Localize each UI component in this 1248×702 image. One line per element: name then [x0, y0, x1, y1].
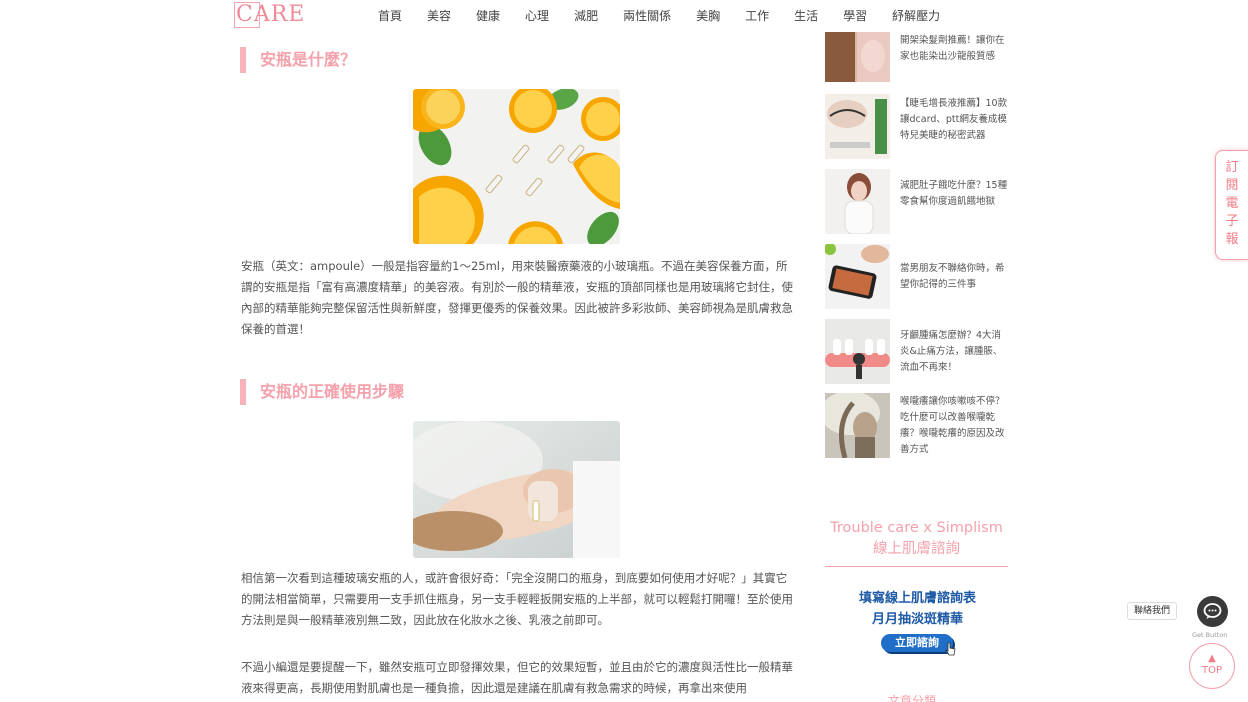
- thumbnail-lash-serum: [825, 94, 890, 159]
- promo-title-subtitle: 線上肌膚諮詢: [873, 541, 960, 557]
- promo-title: Trouble care x Simplism 線上肌膚諮詢: [825, 518, 1008, 560]
- top-navigation: CARE 首頁 美容 健康 心理 減肥 兩性關係 美胸 工作 生活 學習 紓解壓…: [0, 0, 1248, 32]
- thumbnail-hair-dye: [825, 31, 890, 82]
- top-label: TOP: [1201, 665, 1222, 676]
- pointer-cursor-icon: [945, 642, 956, 656]
- thumbnail-gum-pain: [825, 319, 890, 384]
- sidebar-article-boyfriend[interactable]: 當男朋友不聯絡你時，希望你記得的三件事: [825, 244, 1010, 310]
- menu-item-diet[interactable]: 減肥: [574, 7, 598, 24]
- sidebar-article-title: 減肥肚子餓吃什麼？15種零食幫你度過飢餓地獄: [900, 180, 1008, 207]
- subscribe-char: 子: [1225, 214, 1239, 229]
- sidebar-article-lash-serum[interactable]: 【睫毛增長液推薦】10款讓dcard、ptt網友養成模特兒美睫的秘密武器: [825, 94, 1010, 160]
- paragraph-reminder: 不過小編還是要提醒一下，雖然安瓶可立即發揮效果，但它的效果短暫，並且由於它的濃度…: [241, 660, 793, 695]
- menu-item-breast[interactable]: 美胸: [696, 7, 720, 24]
- facial-treatment-image: [413, 421, 620, 558]
- subscribe-char: 電: [1225, 196, 1239, 211]
- menu-item-home[interactable]: 首頁: [378, 7, 402, 24]
- menu-item-learning[interactable]: 學習: [843, 7, 867, 24]
- arrow-up-icon: ▲: [1208, 653, 1216, 664]
- menu-item-life[interactable]: 生活: [794, 7, 818, 24]
- menu-item-work[interactable]: 工作: [745, 7, 769, 24]
- promo-banner[interactable]: 填寫線上肌膚諮詢表 月月抽淡斑精華: [845, 588, 990, 630]
- menu-item-health[interactable]: 健康: [476, 7, 500, 24]
- thumbnail-boyfriend: [825, 244, 890, 309]
- menu-item-beauty[interactable]: 美容: [427, 7, 451, 24]
- category-heading: 文章分類: [888, 694, 937, 702]
- menu-item-relationships[interactable]: 兩性關係: [623, 7, 671, 24]
- consult-now-button[interactable]: 立即諮詢: [881, 634, 953, 652]
- promo-banner-line1: 填寫線上肌膚諮詢表: [858, 591, 976, 606]
- menu-item-stress[interactable]: 紓解壓力: [892, 7, 940, 24]
- logo-text: CARE: [236, 2, 306, 27]
- subscribe-char: 報: [1225, 232, 1239, 247]
- sidebar-article-title: 【睫毛增長液推薦】10款讓dcard、ptt網友養成模特兒美睫的秘密武器: [900, 98, 1008, 141]
- promo-title-brand: Trouble care x Simplism: [830, 520, 1003, 536]
- subscribe-newsletter-tab[interactable]: 訂 閱 電 子 報: [1215, 150, 1248, 260]
- sidebar-article-gum-pain[interactable]: 牙齦腫痛怎麼辦？4大消炎&止痛方法，讓腫脹、流血不再來！: [825, 319, 1010, 385]
- sidebar-article-title: 牙齦腫痛怎麼辦？4大消炎&止痛方法，讓腫脹、流血不再來！: [900, 330, 1003, 373]
- sidebar-article-diet-snacks[interactable]: 減肥肚子餓吃什麼？15種零食幫你度過飢餓地獄: [825, 169, 1010, 235]
- sidebar-article-title: 喉嚨癢讓你咳嗽咳不停？吃什麼可以改善喉嚨乾癢？喉嚨乾癢的原因及改善方式: [900, 396, 1005, 455]
- paragraph-what-is-ampoule: 安瓶（英文：ampoule）一般是指容量約1～25ml，用來裝醫療藥液的小玻璃瓶…: [241, 259, 793, 336]
- contact-us-label[interactable]: 聯絡我們: [1127, 602, 1178, 620]
- subscribe-char: 閱: [1225, 178, 1239, 193]
- sidebar-article-throat-itch[interactable]: 喉嚨癢讓你咳嗽咳不停？吃什麼可以改善喉嚨乾癢？喉嚨乾癢的原因及改善方式: [825, 393, 1010, 459]
- section-heading-usage-steps: 安瓶的正確使用步驟: [240, 379, 404, 405]
- section-heading-what-is-ampoule: 安瓶是什麼？: [240, 47, 356, 73]
- back-to-top-button[interactable]: ▲ TOP: [1189, 643, 1235, 689]
- orange-ampoule-image: [413, 89, 620, 244]
- chat-button[interactable]: [1197, 596, 1228, 627]
- subscribe-char: 訂: [1225, 160, 1239, 175]
- paragraph-how-to-open: 相信第一次看到這種玻璃安瓶的人，或許會很好奇：「完全沒開口的瓶身，到底要如何使用…: [241, 571, 793, 627]
- main-menu: 首頁 美容 健康 心理 減肥 兩性關係 美胸 工作 生活 學習 紓解壓力: [378, 7, 965, 24]
- get-button-credit[interactable]: Get Button: [1192, 631, 1227, 639]
- menu-item-psychology[interactable]: 心理: [525, 7, 549, 24]
- sidebar-article-title: 當男朋友不聯絡你時，希望你記得的三件事: [900, 263, 1005, 290]
- chat-bubble-icon: [1203, 603, 1222, 619]
- thumbnail-throat-itch: [825, 393, 890, 458]
- thumbnail-diet-snacks: [825, 169, 890, 234]
- site-logo[interactable]: CARE: [234, 2, 310, 30]
- promo-banner-line2: 月月抽淡斑精華: [871, 612, 963, 627]
- promo-divider: [825, 566, 1008, 567]
